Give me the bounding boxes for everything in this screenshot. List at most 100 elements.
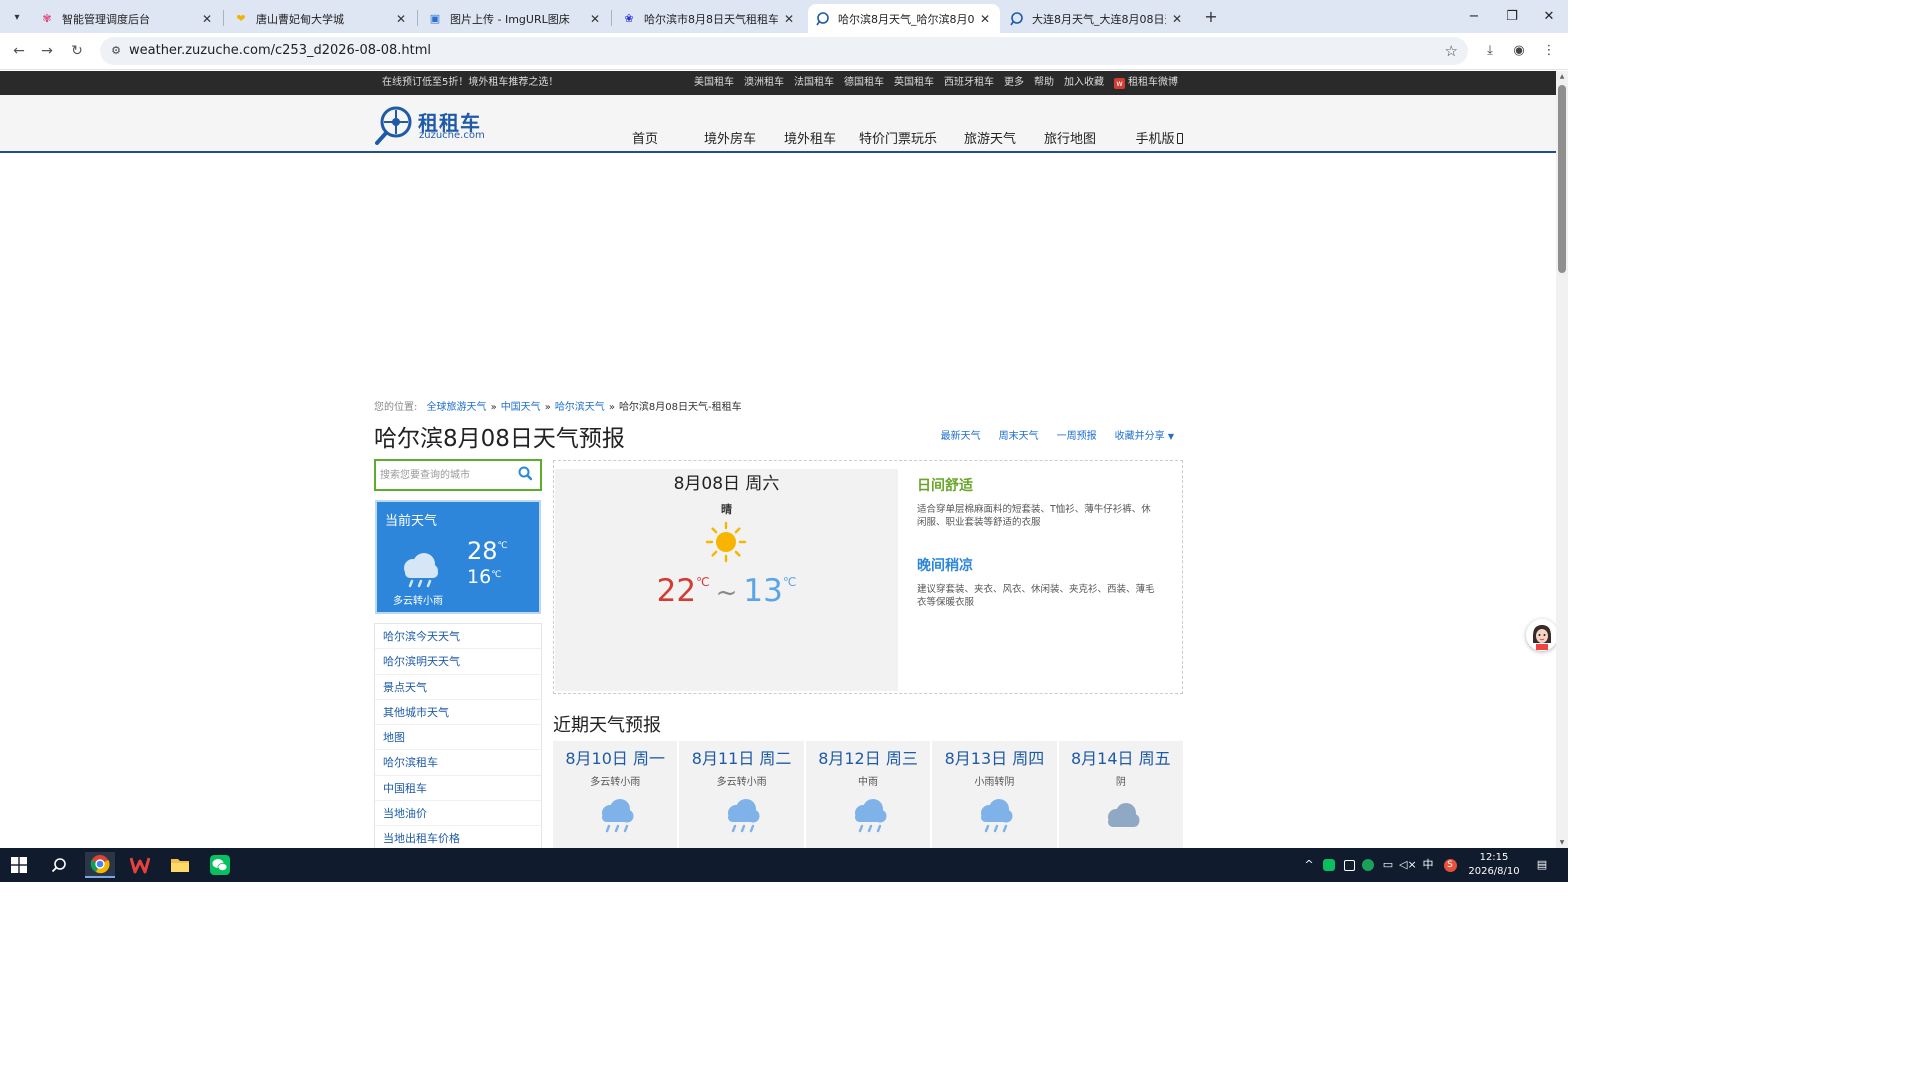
search-icon[interactable] (518, 466, 532, 482)
browser-tab-4[interactable]: ❀ 哈尔滨市8月8日天气租租车_百度 ✕ (614, 4, 804, 33)
nav-tickets[interactable]: 特价门票玩乐 (858, 123, 938, 157)
sidebar-link-fuel[interactable]: 当地油价 (375, 801, 541, 827)
tab-separator (611, 10, 612, 26)
share-link[interactable]: 收藏并分享 ▼ (1115, 427, 1174, 442)
page-scrollbar[interactable]: ▲ ▼ (1556, 71, 1568, 848)
nav-car-rental[interactable]: 境外租车 (782, 123, 838, 157)
weekend-weather-link[interactable]: 周末天气 (999, 427, 1039, 442)
forecast-day[interactable]: 8月13日 周四 小雨转阴 (932, 741, 1057, 848)
forward-button[interactable]: → (36, 40, 58, 62)
tab-title: 大连8月天气_大连8月08日天气 (1032, 12, 1166, 26)
forecast-day[interactable]: 8月11日 周二 多云转小雨 (679, 741, 804, 848)
profile-icon[interactable]: ◉ (1508, 40, 1530, 62)
tab-close-icon[interactable]: ✕ (394, 12, 408, 26)
site-logo[interactable]: 租租车 zuzuche.com (374, 105, 494, 145)
bookmark-star-icon[interactable]: ☆ (1445, 37, 1458, 65)
file-explorer-icon[interactable] (165, 852, 195, 878)
sidebar-link-attractions[interactable]: 景点天气 (375, 675, 541, 700)
nav-map[interactable]: 旅行地图 (1042, 123, 1098, 157)
top-link[interactable]: 西班牙租车 (944, 71, 994, 95)
nav-weather[interactable]: 旅游天气 (960, 123, 1020, 157)
caret-down-icon: ▼ (1167, 432, 1174, 441)
top-link[interactable]: 更多 (1004, 71, 1024, 95)
notification-icon[interactable]: ▤ (1532, 848, 1552, 882)
browser-tab-2[interactable]: ❤ 唐山曹妃甸大学城 ✕ (226, 4, 416, 33)
breadcrumb-link[interactable]: 全球旅游天气 (427, 402, 487, 413)
tab-close-icon[interactable]: ✕ (1170, 12, 1184, 26)
tray-wechat-icon[interactable] (1321, 848, 1337, 882)
tab-close-icon[interactable]: ✕ (200, 12, 214, 26)
scroll-down-icon[interactable]: ▼ (1556, 839, 1568, 846)
chrome-icon[interactable] (85, 852, 115, 878)
tab-close-icon[interactable]: ✕ (588, 12, 602, 26)
city-search-input[interactable] (380, 465, 510, 485)
avatar-icon (1526, 619, 1556, 651)
top-link[interactable]: 德国租车 (844, 71, 884, 95)
sidebar-link-taxi[interactable]: 当地出租车价格 (375, 826, 541, 848)
address-bar[interactable]: ⚙ weather.zuzuche.com/c253_d2026-08-08.h… (100, 37, 1468, 65)
assistant-avatar[interactable] (1526, 619, 1556, 651)
tray-expand-icon[interactable]: ^ (1302, 848, 1316, 882)
restore-button[interactable]: ❐ (1493, 0, 1531, 33)
night-advice-text: 建议穿套装、夹衣、风衣、休闲装、夹克衫、西装、薄毛衣等保暖衣服 (917, 584, 1155, 608)
tray-shield-icon[interactable] (1341, 848, 1357, 882)
tab-search-button[interactable]: ▾ (6, 6, 28, 28)
forecast-day[interactable]: 8月14日 周五 阴 (1058, 741, 1184, 848)
top-link[interactable]: 英国租车 (894, 71, 934, 95)
forecast-day[interactable]: 8月10日 周一 多云转小雨 (553, 741, 678, 848)
top-link[interactable]: 加入收藏 (1064, 71, 1104, 95)
clock-time: 12:15 (1479, 852, 1509, 863)
browser-toolbar: ← → ↻ ⚙ weather.zuzuche.com/c253_d2026-0… (0, 33, 1568, 70)
tab-close-icon[interactable]: ✕ (782, 12, 796, 26)
sidebar-link-city-rental[interactable]: 哈尔滨租车 (375, 750, 541, 776)
tab-close-icon[interactable]: ✕ (978, 12, 992, 26)
reload-button[interactable]: ↻ (66, 40, 88, 62)
scrollbar-thumb[interactable] (1558, 85, 1566, 273)
more-menu-icon[interactable]: ⋮ (1538, 40, 1560, 62)
wps-icon[interactable] (125, 852, 155, 878)
tray-network-icon[interactable]: ▭ (1380, 848, 1396, 882)
sidebar-link-today[interactable]: 哈尔滨今天天气 (375, 624, 541, 650)
ime-indicator[interactable]: 中 (1420, 848, 1436, 882)
download-icon[interactable]: ⤓ (1479, 40, 1501, 62)
week-forecast-link[interactable]: 一周预报 (1057, 427, 1097, 442)
url-text[interactable]: weather.zuzuche.com/c253_d2026-08-08.htm… (129, 37, 431, 65)
new-tab-button[interactable]: + (1200, 6, 1222, 28)
top-link[interactable]: 澳洲租车 (744, 71, 784, 95)
back-button[interactable]: ← (8, 40, 30, 62)
windows-start-icon[interactable] (4, 852, 34, 878)
browser-tab-5-active[interactable]: 哈尔滨8月天气_哈尔滨8月08日天气 ✕ (808, 4, 1000, 33)
sidebar-link-map[interactable]: 地图 (375, 725, 541, 751)
scroll-up-icon[interactable]: ▲ (1556, 73, 1568, 80)
weibo-link[interactable]: w 租租车微博 (1114, 71, 1178, 95)
top-link[interactable]: 法国租车 (794, 71, 834, 95)
phone-icon (1176, 133, 1183, 144)
promo-text[interactable]: 在线预订低至5折！境外租车推荐之选！ (382, 71, 558, 95)
nav-rv[interactable]: 境外房车 (700, 123, 760, 157)
browser-tab-3[interactable]: ▣ 图片上传 - ImgURL图床 ✕ (420, 4, 610, 33)
top-link[interactable]: 美国租车 (694, 71, 734, 95)
sidebar-link-tomorrow[interactable]: 哈尔滨明天天气 (375, 649, 541, 675)
page-viewport: 在线预订低至5折！境外租车推荐之选！ 美国租车 澳洲租车 法国租车 德国租车 英… (0, 71, 1556, 848)
system-clock[interactable]: 12:15 2026/8/10 (1462, 851, 1526, 879)
minimize-button[interactable]: − (1455, 0, 1493, 33)
nav-mobile[interactable]: 手机版 (1132, 123, 1186, 157)
site-settings-icon[interactable]: ⚙ (108, 43, 124, 59)
tray-volume-muted-icon[interactable]: ◁× (1399, 848, 1417, 882)
sogou-ime-icon[interactable]: S (1442, 848, 1458, 882)
forecast-day[interactable]: 8月12日 周三 中雨 (805, 741, 931, 848)
browser-tab-1[interactable]: ✾ 智能管理调度后台 ✕ (32, 4, 222, 33)
sidebar-link-china-rental[interactable]: 中国租车 (375, 776, 541, 802)
browser-tab-6[interactable]: 大连8月天气_大连8月08日天气 ✕ (1002, 4, 1192, 33)
sidebar-link-other-cities[interactable]: 其他城市天气 (375, 700, 541, 726)
top-link[interactable]: 帮助 (1034, 71, 1054, 95)
wechat-icon[interactable] (205, 852, 235, 878)
breadcrumb-link[interactable]: 中国天气 (501, 402, 541, 413)
tray-security-icon[interactable] (1360, 848, 1376, 882)
tab-separator (417, 10, 418, 26)
breadcrumb-link[interactable]: 哈尔滨天气 (555, 402, 605, 413)
search-icon[interactable] (44, 852, 74, 878)
close-window-button[interactable]: ✕ (1530, 0, 1568, 33)
latest-weather-link[interactable]: 最新天气 (941, 427, 981, 442)
nav-home[interactable]: 首页 (620, 123, 670, 157)
